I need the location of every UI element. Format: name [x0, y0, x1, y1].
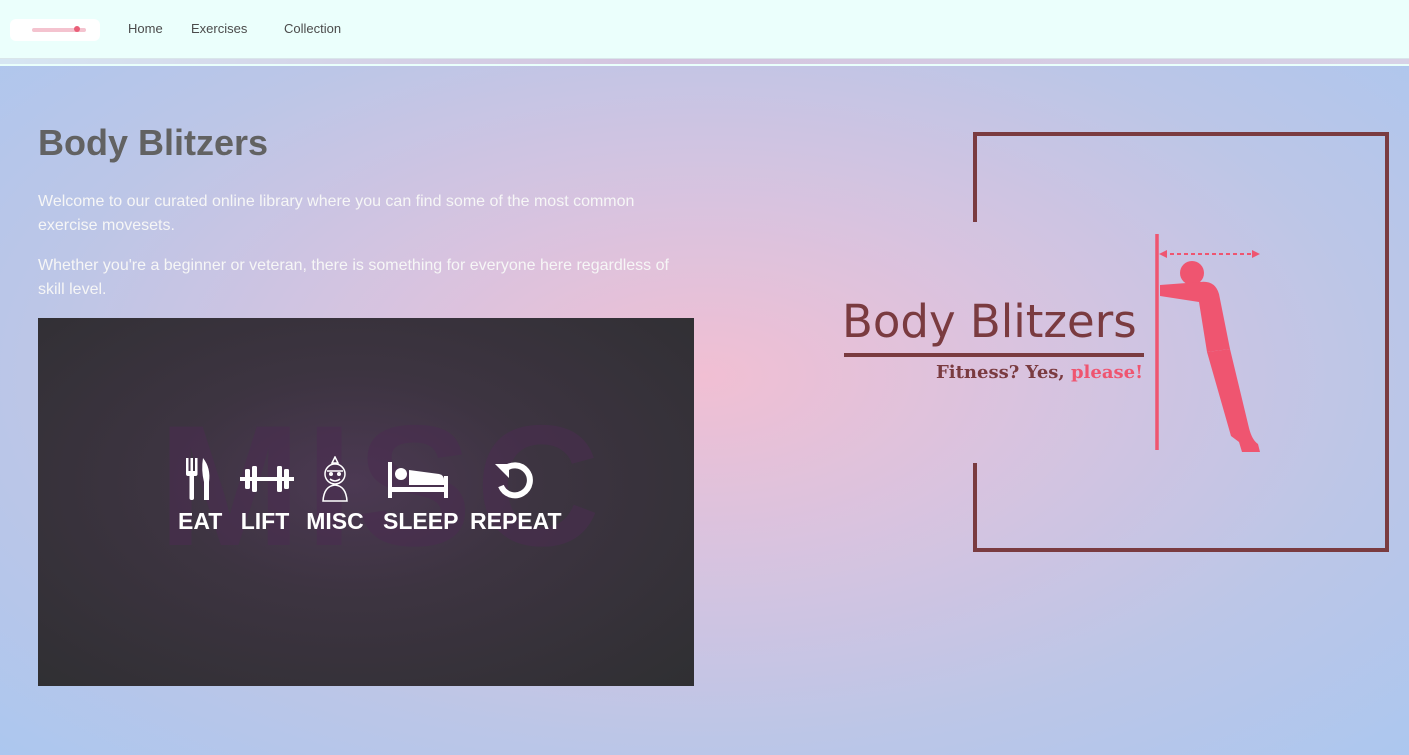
- repeat-icon: [495, 462, 533, 499]
- poster-label-lift: LIFT: [240, 508, 290, 534]
- fork-knife-icon: [186, 458, 210, 500]
- poster-label-eat: EAT: [178, 508, 223, 534]
- logo-tagline-pink: please!: [1071, 362, 1143, 383]
- dumbbell-icon: [240, 466, 294, 492]
- eat-lift-misc-sleep-repeat-poster: MISC EAT LIFT MISC SLEEP REPEAT: [38, 318, 694, 686]
- logo-tagline: Fitness? Yes, please!: [936, 362, 1143, 383]
- poster-label-misc: MISC: [306, 508, 364, 534]
- logo-graphic: Body Blitzers Fitness? Yes, please!: [842, 132, 1389, 552]
- poster-item-misc: MISC: [306, 456, 364, 533]
- navbar: Home Exercises Collection: [0, 0, 1409, 59]
- logo-tagline-dark: Fitness? Yes,: [936, 362, 1065, 383]
- audience-paragraph: Whether you're a beginner or veteran, th…: [38, 257, 669, 298]
- intro-paragraph: Welcome to our curated online library wh…: [38, 193, 635, 234]
- poster-label-sleep: SLEEP: [383, 508, 459, 534]
- logo-wordmark: Body Blitzers: [842, 295, 1137, 348]
- brand-logo[interactable]: [10, 19, 100, 41]
- nav-link-collection[interactable]: Collection: [284, 21, 341, 36]
- poster-label-repeat: REPEAT: [470, 508, 562, 534]
- poster-item-sleep: SLEEP: [383, 456, 459, 534]
- poster-item-lift: LIFT: [240, 456, 294, 534]
- brand-logo-dot: [74, 26, 80, 32]
- nav-divider: [0, 59, 1409, 64]
- poster-item-repeat: REPEAT: [470, 456, 562, 534]
- poster-item-eat: EAT: [178, 456, 223, 534]
- nav-link-home[interactable]: Home: [128, 21, 163, 36]
- page-title: Body Blitzers: [38, 122, 269, 163]
- character-icon: [322, 456, 348, 502]
- body-blitzers-logo: Body Blitzers Fitness? Yes, please!: [840, 130, 1392, 556]
- poster-items: EAT LIFT MISC SLEEP REPEAT: [173, 456, 573, 546]
- nav-link-exercises[interactable]: Exercises: [191, 21, 247, 36]
- bed-icon: [388, 462, 448, 498]
